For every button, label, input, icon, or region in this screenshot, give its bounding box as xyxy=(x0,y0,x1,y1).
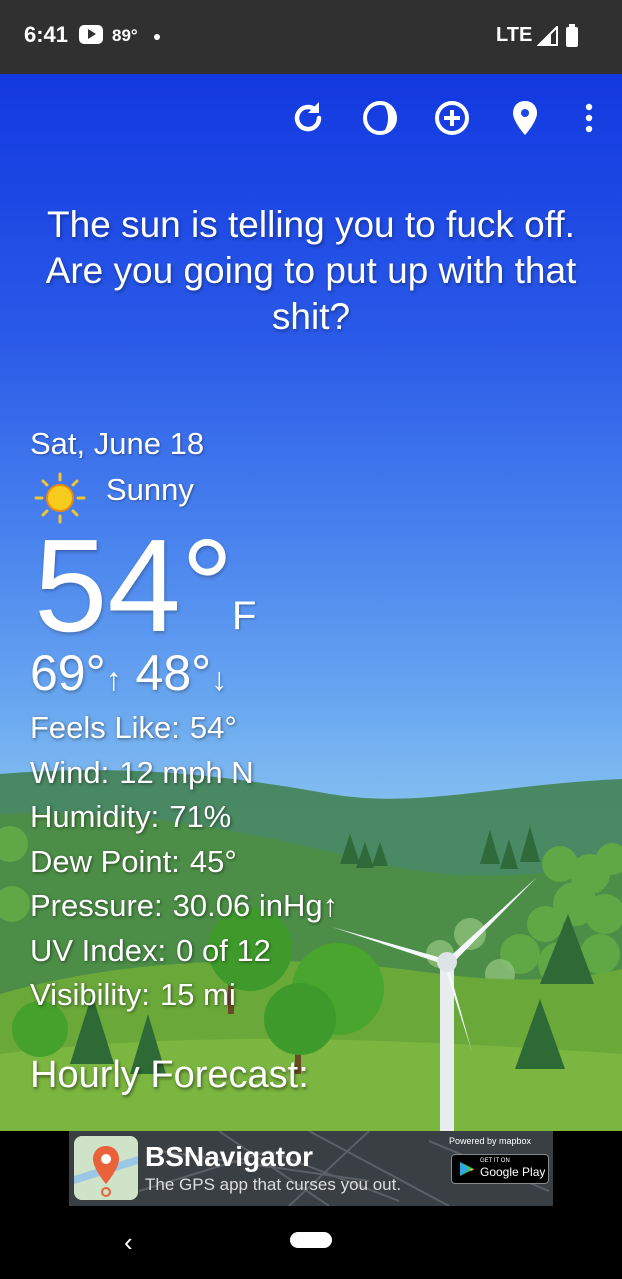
detail-label: Visibility: xyxy=(30,977,151,1012)
theme-icon[interactable] xyxy=(358,96,402,140)
weather-details: Feels Like: 54° Wind: 12 mph N Humidity: 71… xyxy=(30,706,338,1018)
more-icon[interactable] xyxy=(567,96,611,140)
weather-scene: The sun is telling you to fuck off. Are … xyxy=(0,74,622,1131)
detail-label: UV Index: xyxy=(30,932,167,968)
current-temperature: 54° xyxy=(34,512,234,659)
ad-banner[interactable]: BSNavigator The GPS app that curses you … xyxy=(69,1131,553,1206)
hourly-forecast-heading: Hourly Forecast: xyxy=(30,1054,309,1096)
detail-label: Dew Point: xyxy=(30,843,180,879)
detail-value: 0 of 12 xyxy=(176,932,271,968)
detail-label: Feels Like: xyxy=(30,710,180,745)
detail-dew-point: Dew Point: 45° xyxy=(30,840,338,885)
store-small-text: GET IT ON xyxy=(480,1158,510,1164)
detail-value: 12 mph N xyxy=(119,754,254,790)
signal-icon xyxy=(537,26,558,46)
google-play-badge[interactable]: GET IT ON Google Play xyxy=(451,1154,549,1184)
detail-value: 30.06 inHg↑ xyxy=(172,888,339,923)
powered-by-mapbox: Powered by mapbox xyxy=(449,1136,532,1146)
low-arrow-icon: ↓ xyxy=(211,661,228,697)
detail-value: 71% xyxy=(169,799,232,834)
status-bar: 6:41 89° LTE xyxy=(0,0,622,74)
detail-visibility: Visibility: 15 mi xyxy=(30,973,338,1018)
weather-condition: Sunny xyxy=(106,472,194,507)
home-pill-icon[interactable] xyxy=(290,1232,332,1248)
detail-label: Humidity: xyxy=(30,799,160,834)
detail-pressure: Pressure: 30.06 inHg↑ xyxy=(30,884,338,929)
detail-wind: Wind: 12 mph N xyxy=(30,751,338,796)
snarky-tagline: The sun is telling you to fuck off. Are … xyxy=(45,204,577,337)
detail-value: 54° xyxy=(189,710,237,745)
forecast-date: Sat, June 18 xyxy=(30,426,205,461)
high-temp: 69° xyxy=(30,645,106,701)
detail-humidity: Humidity: 71% xyxy=(30,795,338,840)
bsnavigator-app-icon xyxy=(74,1136,138,1200)
store-big-text: Google Play xyxy=(480,1165,546,1179)
temperature-unit: F xyxy=(232,594,257,638)
ad-title: BSNavigator xyxy=(145,1141,314,1172)
low-temp: 48° xyxy=(135,645,212,701)
status-temp: 89° xyxy=(112,26,138,45)
detail-value: 15 mi xyxy=(160,977,236,1012)
ad-area: BSNavigator The GPS app that curses you … xyxy=(0,1131,622,1209)
detail-feels-like: Feels Like: 54° xyxy=(30,706,338,751)
detail-uv-index: UV Index: 0 of 12 xyxy=(30,929,338,974)
google-play-icon xyxy=(460,1162,474,1176)
notification-dot-icon xyxy=(154,34,160,40)
ad-subtitle: The GPS app that curses you out. xyxy=(145,1175,402,1194)
high-low-temps: 69°↑ 48°↓ xyxy=(30,644,227,702)
network-type: LTE xyxy=(496,24,533,46)
detail-value: 45° xyxy=(189,843,237,879)
system-nav-bar: ‹ xyxy=(0,1209,622,1279)
status-time: 6:41 xyxy=(24,22,69,47)
youtube-icon xyxy=(79,25,103,44)
refresh-icon[interactable] xyxy=(286,96,330,140)
back-icon[interactable]: ‹ xyxy=(124,1227,133,1258)
add-location-icon[interactable] xyxy=(430,96,474,140)
battery-icon xyxy=(566,24,578,47)
detail-label: Wind: xyxy=(30,754,110,790)
location-pin-icon[interactable] xyxy=(503,96,547,140)
high-arrow-icon: ↑ xyxy=(105,661,122,697)
detail-label: Pressure: xyxy=(30,888,163,923)
